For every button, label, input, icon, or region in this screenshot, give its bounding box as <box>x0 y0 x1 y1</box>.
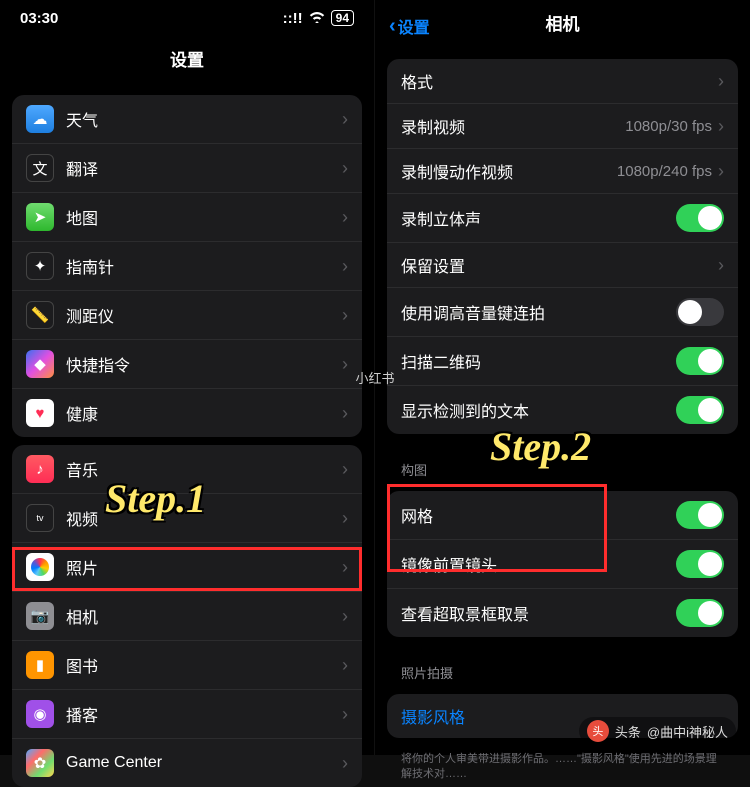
row-volume-burst[interactable]: 使用调高音量键连拍 <box>387 288 738 337</box>
toggle-mirror-front[interactable] <box>676 550 724 578</box>
row-health[interactable]: ♥ 健康 › <box>12 389 362 437</box>
row-mirror-front[interactable]: 镜像前置镜头 <box>387 540 738 589</box>
podcasts-icon: ◉ <box>26 700 54 728</box>
chevron-right-icon: › <box>342 655 348 676</box>
source-name: @曲中i神秘人 <box>647 722 728 741</box>
toggle-view-outside-frame[interactable] <box>676 599 724 627</box>
row-record-slomo[interactable]: 录制慢动作视频 1080p/240 fps › <box>387 149 738 194</box>
chevron-left-icon: ‹ <box>389 16 396 36</box>
row-photos[interactable]: 照片 › <box>12 543 362 592</box>
camera-group-main: 格式 › 录制视频 1080p/30 fps › 录制慢动作视频 1080p/2… <box>387 59 738 434</box>
books-icon: ▮ <box>26 651 54 679</box>
maps-icon: ➤ <box>26 203 54 231</box>
battery-level: 94 <box>331 10 354 26</box>
translate-icon: 文 <box>26 154 54 182</box>
page-title: ‹ 设置 相机 <box>375 0 750 51</box>
music-icon: ♪ <box>26 455 54 483</box>
page-title: 设置 <box>0 36 374 87</box>
camera-icon: 📷 <box>26 602 54 630</box>
row-grid[interactable]: 网格 <box>387 491 738 540</box>
health-icon: ♥ <box>26 399 54 427</box>
chevron-right-icon: › <box>718 161 724 182</box>
source-attribution: 头 头条 @曲中i神秘人 <box>579 717 736 745</box>
section-header-capture: 照片拍摄 <box>375 645 750 686</box>
toggle-stereo[interactable] <box>676 204 724 232</box>
row-camera[interactable]: 📷 相机 › <box>12 592 362 641</box>
camera-group-composition: 网格 镜像前置镜头 查看超取景框取景 <box>387 491 738 637</box>
chevron-right-icon: › <box>342 606 348 627</box>
chevron-right-icon: › <box>342 403 348 424</box>
row-tv[interactable]: tv 视频 › <box>12 494 362 543</box>
status-bar: 03:30 ::!! 94 <box>0 0 374 36</box>
chevron-right-icon: › <box>718 71 724 92</box>
chevron-right-icon: › <box>342 158 348 179</box>
row-podcasts[interactable]: ◉ 播客 › <box>12 690 362 739</box>
row-measure[interactable]: 📏 测距仪 › <box>12 291 362 340</box>
toggle-grid[interactable] <box>676 501 724 529</box>
chevron-right-icon: › <box>342 508 348 529</box>
toggle-detect-text[interactable] <box>676 396 724 424</box>
footer-text: 将你的个人审美带进摄影作品。……"摄影风格"使用先进的场景理解技术对…… <box>375 746 750 783</box>
measure-icon: 📏 <box>26 301 54 329</box>
tv-icon: tv <box>26 504 54 532</box>
settings-group-utilities: ☁︎ 天气 › 文 翻译 › ➤ 地图 › ✦ 指南针 › 📏 测距仪 › ◆ … <box>12 95 362 437</box>
chevron-right-icon: › <box>342 557 348 578</box>
compass-icon: ✦ <box>26 252 54 280</box>
row-format[interactable]: 格式 › <box>387 59 738 104</box>
source-prefix: 头条 <box>615 722 641 741</box>
chevron-right-icon: › <box>342 459 348 480</box>
chevron-right-icon: › <box>342 753 348 774</box>
status-time: 03:30 <box>20 10 58 27</box>
row-stereo[interactable]: 录制立体声 <box>387 194 738 243</box>
row-compass[interactable]: ✦ 指南针 › <box>12 242 362 291</box>
section-header-composition: 构图 <box>375 442 750 483</box>
chevron-right-icon: › <box>342 207 348 228</box>
row-view-outside-frame[interactable]: 查看超取景框取景 <box>387 589 738 637</box>
chevron-right-icon: › <box>342 256 348 277</box>
toggle-scan-qr[interactable] <box>676 347 724 375</box>
settings-pane: 03:30 ::!! 94 设置 ☁︎ 天气 › 文 翻译 › ➤ 地图 › ✦… <box>0 0 375 755</box>
gamecenter-icon: ✿ <box>26 749 54 777</box>
row-gamecenter[interactable]: ✿ Game Center › <box>12 739 362 787</box>
weather-icon: ☁︎ <box>26 105 54 133</box>
chevron-right-icon: › <box>342 109 348 130</box>
row-weather[interactable]: ☁︎ 天气 › <box>12 95 362 144</box>
signal-icon: ::!! <box>283 10 303 27</box>
photos-icon <box>26 553 54 581</box>
row-maps[interactable]: ➤ 地图 › <box>12 193 362 242</box>
chevron-right-icon: › <box>342 704 348 725</box>
row-books[interactable]: ▮ 图书 › <box>12 641 362 690</box>
chevron-right-icon: › <box>718 255 724 276</box>
camera-settings-pane: ‹ 设置 相机 格式 › 录制视频 1080p/30 fps › 录制慢动作视频… <box>375 0 750 755</box>
chevron-right-icon: › <box>718 116 724 137</box>
source-avatar-icon: 头 <box>587 720 609 742</box>
row-preserve-settings[interactable]: 保留设置 › <box>387 243 738 288</box>
wifi-icon <box>309 10 325 27</box>
shortcuts-icon: ◆ <box>26 350 54 378</box>
row-scan-qr[interactable]: 扫描二维码 <box>387 337 738 386</box>
row-shortcuts[interactable]: ◆ 快捷指令 › <box>12 340 362 389</box>
row-translate[interactable]: 文 翻译 › <box>12 144 362 193</box>
settings-group-media: ♪ 音乐 › tv 视频 › 照片 › 📷 相机 › ▮ 图书 › ◉ 播客 › <box>12 445 362 787</box>
chevron-right-icon: › <box>342 354 348 375</box>
row-record-video[interactable]: 录制视频 1080p/30 fps › <box>387 104 738 149</box>
row-detect-text[interactable]: 显示检测到的文本 <box>387 386 738 434</box>
toggle-volume-burst[interactable] <box>676 298 724 326</box>
row-music[interactable]: ♪ 音乐 › <box>12 445 362 494</box>
back-button[interactable]: ‹ 设置 <box>389 14 430 38</box>
chevron-right-icon: › <box>342 305 348 326</box>
